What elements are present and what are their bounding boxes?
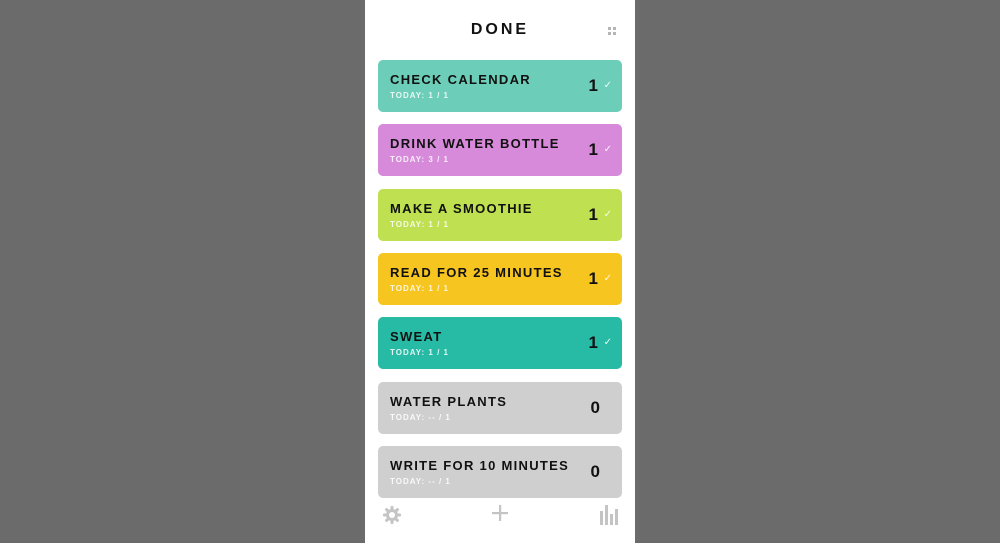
- habit-count: 1: [588, 268, 598, 288]
- gear-icon[interactable]: [382, 505, 402, 525]
- check-icon: ✓: [603, 80, 612, 91]
- habit-card[interactable]: MAKE A SMOOTHIE TODAY: 1 / 1 1 ✓: [378, 188, 622, 241]
- habit-name: CHECK CALENDAR: [390, 72, 531, 87]
- habit-card[interactable]: SWEAT TODAY: 1 / 1 1 ✓: [378, 317, 622, 370]
- check-icon: ✓: [603, 208, 612, 220]
- bottom-toolbar: [365, 505, 635, 533]
- habit-today-progress: TODAY: 1 / 1: [390, 283, 449, 293]
- habit-name: WATER PLANTS: [390, 393, 508, 409]
- habit-count: 1: [588, 76, 598, 95]
- habit-count: 0: [590, 461, 600, 481]
- habit-today-progress: TODAY: 1 / 1: [390, 91, 449, 100]
- habit-count: 0: [590, 397, 600, 417]
- habit-card[interactable]: WATER PLANTS TODAY: -- / 1 0: [378, 381, 622, 434]
- bar-chart-icon[interactable]: [599, 505, 619, 525]
- plus-icon[interactable]: [492, 505, 508, 521]
- habit-today-progress: TODAY: 3 / 1: [390, 155, 449, 165]
- grid-icon[interactable]: [608, 27, 616, 35]
- habit-count: 1: [588, 333, 598, 353]
- check-icon: ✓: [603, 337, 612, 349]
- habit-today-progress: TODAY: -- / 1: [390, 476, 451, 486]
- habit-count: 1: [588, 204, 598, 224]
- check-icon: ✓: [603, 144, 612, 156]
- habit-name: WRITE FOR 10 MINUTES: [390, 457, 570, 473]
- habit-today-progress: TODAY: 1 / 1: [390, 348, 449, 358]
- habit-name: SWEAT: [390, 329, 443, 345]
- habit-card[interactable]: WRITE FOR 10 MINUTES TODAY: -- / 1 0: [378, 445, 622, 498]
- habit-name: DRINK WATER BOTTLE: [390, 136, 560, 152]
- page-title: DONE: [470, 21, 530, 38]
- habit-count: 1: [588, 140, 598, 160]
- habit-name: MAKE A SMOOTHIE: [390, 200, 533, 216]
- habit-card[interactable]: DRINK WATER BOTTLE TODAY: 3 / 1 1 ✓: [378, 124, 622, 177]
- habit-card[interactable]: READ FOR 25 MINUTES TODAY: 1 / 1 1 ✓: [378, 252, 622, 305]
- habit-card[interactable]: CHECK CALENDAR TODAY: 1 / 1 1 ✓: [378, 60, 622, 112]
- app-screen: DONE CHECK CALENDAR TODAY: 1 / 1 1 ✓ DRINK W…: [365, 0, 635, 543]
- habit-today-progress: TODAY: -- / 1: [390, 412, 451, 422]
- habit-today-progress: TODAY: 1 / 1: [390, 219, 449, 229]
- check-icon: ✓: [603, 272, 612, 284]
- habit-name: READ FOR 25 MINUTES: [390, 264, 563, 280]
